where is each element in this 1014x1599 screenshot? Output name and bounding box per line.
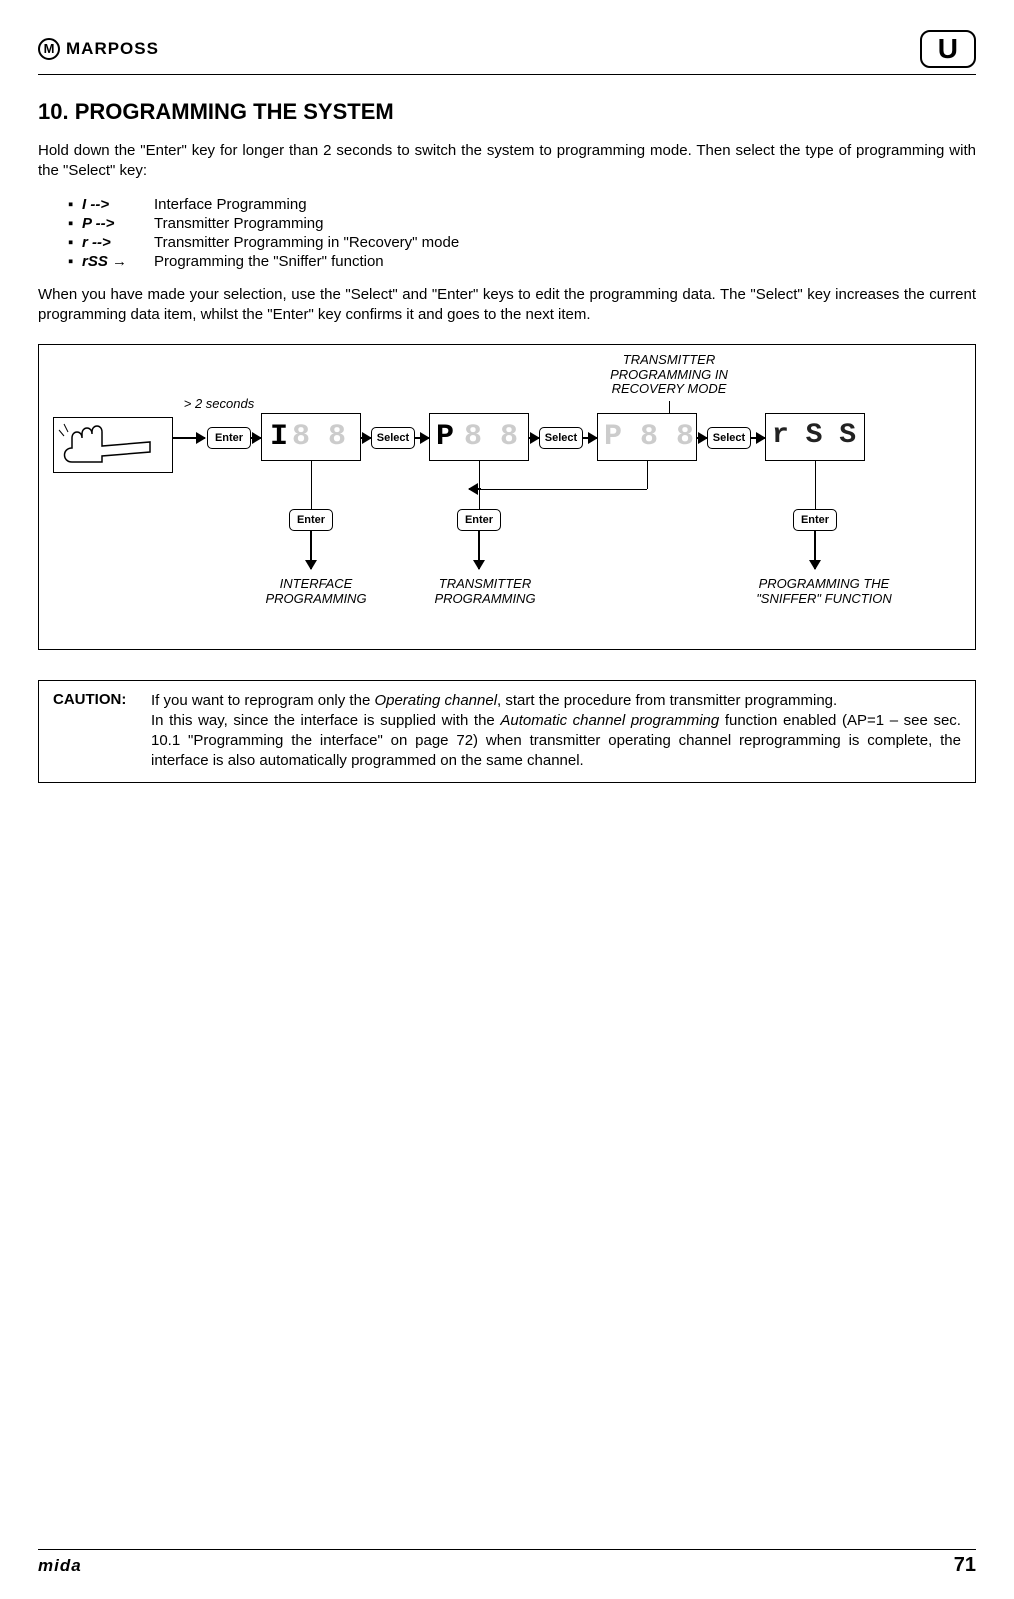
arrow-icon bbox=[814, 531, 816, 569]
arrow-icon bbox=[251, 437, 261, 439]
enter-button: Enter bbox=[793, 509, 837, 531]
list-item: ▪P -->Transmitter Programming bbox=[68, 215, 976, 232]
arrow-icon bbox=[478, 531, 480, 569]
arrow-icon bbox=[529, 437, 539, 439]
display-r: P 8 8 bbox=[597, 413, 697, 461]
logo-icon: M bbox=[38, 38, 60, 60]
connector-line bbox=[479, 461, 480, 509]
select-button: Select bbox=[707, 427, 751, 449]
caution-label: CAUTION: bbox=[53, 691, 141, 772]
connector-line bbox=[311, 461, 312, 509]
connector-line bbox=[669, 401, 670, 413]
connector-line bbox=[479, 489, 647, 490]
section-letter-box: U bbox=[920, 30, 976, 68]
arrow-icon bbox=[310, 531, 312, 569]
caution-box: CAUTION: If you want to reprogram only t… bbox=[38, 680, 976, 783]
list-item: ▪r -->Transmitter Programming in "Recove… bbox=[68, 234, 976, 251]
enter-button: Enter bbox=[289, 509, 333, 531]
paragraph-2: When you have made your selection, use t… bbox=[38, 285, 976, 326]
connector-line bbox=[815, 461, 816, 509]
intro-paragraph: Hold down the "Enter" key for longer tha… bbox=[38, 141, 976, 182]
page-number: 71 bbox=[954, 1554, 976, 1577]
page-title: 10. PROGRAMMING THE SYSTEM bbox=[38, 99, 976, 125]
list-item: ▪rSS →Programming the "Sniffer" function bbox=[68, 253, 976, 270]
connector-line bbox=[647, 461, 648, 489]
arrow-icon bbox=[697, 437, 707, 439]
brand-text: MARPOSS bbox=[66, 39, 159, 59]
page-header: M MARPOSS U bbox=[38, 30, 976, 75]
label-sniffer-programming: PROGRAMMING THE "SNIFFER" FUNCTION bbox=[739, 577, 909, 607]
label-transmitter-programming: TRANSMITTER PROGRAMMING bbox=[415, 577, 555, 607]
list-item: ▪I -->Interface Programming bbox=[68, 196, 976, 213]
arrow-icon bbox=[415, 437, 429, 439]
programming-diagram: TRANSMITTER PROGRAMMING IN RECOVERY MODE… bbox=[38, 344, 976, 650]
label-recovery-mode: TRANSMITTER PROGRAMMING IN RECOVERY MODE bbox=[574, 353, 764, 398]
hand-pointer-icon bbox=[53, 417, 173, 473]
code-list: ▪I -->Interface Programming ▪P -->Transm… bbox=[38, 196, 976, 270]
select-button: Select bbox=[371, 427, 415, 449]
footer-brand: mida bbox=[38, 1556, 82, 1576]
arrow-icon bbox=[173, 437, 205, 439]
enter-button: Enter bbox=[207, 427, 251, 449]
select-button: Select bbox=[539, 427, 583, 449]
display-I: I 8 8 bbox=[261, 413, 361, 461]
display-P: P 8 8 bbox=[429, 413, 529, 461]
display-rSS: r S S bbox=[765, 413, 865, 461]
label-gt-2-seconds: > 2 seconds bbox=[164, 397, 274, 412]
arrow-icon bbox=[361, 437, 371, 439]
page-footer: mida 71 bbox=[38, 1549, 976, 1577]
label-interface-programming: INTERFACE PROGRAMMING bbox=[251, 577, 381, 607]
arrow-icon bbox=[751, 437, 765, 439]
brand-logo: M MARPOSS bbox=[38, 38, 159, 60]
caution-text: If you want to reprogram only the Operat… bbox=[151, 691, 961, 772]
enter-button: Enter bbox=[457, 509, 501, 531]
arrow-icon bbox=[583, 437, 597, 439]
